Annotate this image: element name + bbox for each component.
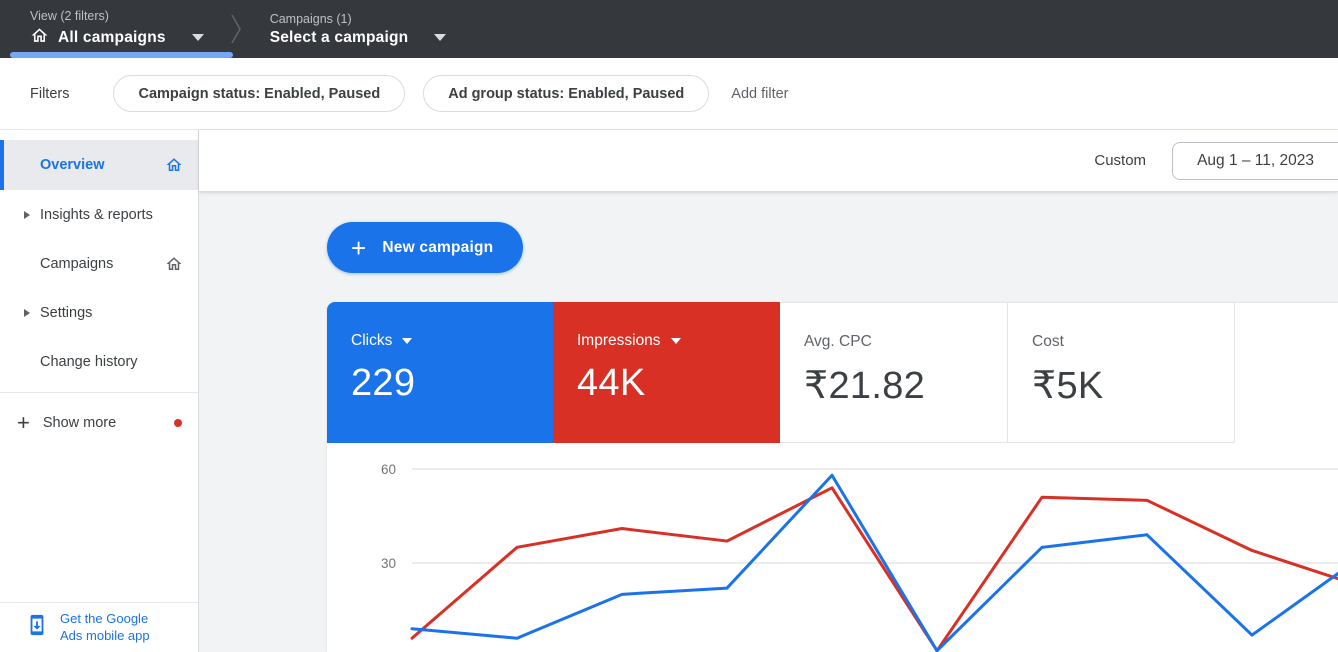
chevron-down-icon — [192, 34, 204, 41]
nav-scroll-indicator[interactable] — [10, 52, 233, 58]
sidebar-item-label: Settings — [40, 305, 92, 321]
metric-card-clicks[interactable]: Clicks 229 — [327, 302, 553, 443]
sidebar-item-label: Overview — [40, 157, 105, 173]
overview-chart: 03060 — [327, 443, 1338, 652]
chevron-down-icon — [402, 338, 412, 344]
sidebar-item-label: Campaigns — [40, 256, 113, 272]
view-selector-label: View (2 filters) — [30, 9, 204, 23]
campaign-selector-value: Select a campaign — [270, 29, 409, 47]
mobile-phone-download-icon — [26, 614, 48, 641]
promo-line2: Ads mobile app — [60, 628, 150, 643]
breadcrumb-separator-icon — [230, 12, 242, 46]
home-icon — [165, 156, 183, 174]
expand-arrow-icon — [24, 211, 30, 219]
metric-scorecards: Clicks 229 Impressions 44K Avg. CPC ₹21.… — [327, 302, 1338, 443]
sidebar-item-campaigns[interactable]: Campaigns — [0, 239, 198, 288]
overview-chart-svg: 03060 — [327, 443, 1338, 652]
date-range-value: Aug 1 – 11, 2023 — [1197, 152, 1314, 170]
metric-value: 229 — [351, 362, 553, 405]
metric-label: Clicks — [351, 332, 392, 350]
plus-icon: + — [17, 412, 30, 434]
metric-card-impressions[interactable]: Impressions 44K — [553, 302, 780, 443]
expand-arrow-icon — [24, 309, 30, 317]
filter-chip-text: Ad group status: Enabled, Paused — [448, 86, 684, 102]
sidebar-item-change-history[interactable]: Change history — [0, 337, 198, 386]
add-filter-button[interactable]: Add filter — [731, 86, 788, 102]
notification-dot — [174, 419, 182, 427]
metric-value: 44K — [577, 362, 780, 405]
sidebar-item-overview[interactable]: Overview — [0, 140, 198, 190]
filters-label: Filters — [30, 86, 69, 102]
sidebar: Overview Insights & reports Campaigns Se… — [0, 130, 199, 652]
chevron-down-icon — [671, 338, 681, 344]
date-range-type[interactable]: Custom — [1094, 152, 1146, 169]
home-icon — [165, 255, 183, 273]
sidebar-item-label: Insights & reports — [40, 207, 153, 223]
campaign-selector-label: Campaigns (1) — [270, 12, 447, 26]
filters-bar: Filters Campaign status: Enabled, Paused… — [0, 58, 1338, 130]
date-range-picker[interactable]: Aug 1 – 11, 2023 — [1172, 142, 1338, 180]
new-campaign-button[interactable]: + New campaign — [327, 222, 523, 273]
sidebar-item-insights-reports[interactable]: Insights & reports — [0, 190, 198, 239]
metric-label: Cost — [1032, 333, 1064, 351]
sidebar-item-settings[interactable]: Settings — [0, 288, 198, 337]
metric-value: ₹21.82 — [804, 363, 1007, 408]
campaign-selector[interactable]: Campaigns (1) Select a campaign — [270, 12, 447, 47]
date-range-header: Custom Aug 1 – 11, 2023 — [199, 130, 1338, 192]
metric-card-empty — [1235, 302, 1338, 443]
sidebar-item-label: Change history — [40, 354, 138, 370]
filter-chip-adgroup-status[interactable]: Ad group status: Enabled, Paused — [423, 75, 709, 112]
overview-canvas: + New campaign Clicks 229 Impressions 44… — [199, 192, 1338, 652]
show-more-button[interactable]: + Show more — [0, 398, 198, 447]
metric-label: Impressions — [577, 332, 661, 350]
mobile-app-promo-link[interactable]: Get the Google Ads mobile app — [0, 602, 198, 652]
metric-label: Avg. CPC — [804, 333, 872, 351]
y-tick-label: 30 — [381, 556, 396, 571]
overview-card: Clicks 229 Impressions 44K Avg. CPC ₹21.… — [327, 302, 1338, 652]
filter-chip-campaign-status[interactable]: Campaign status: Enabled, Paused — [113, 75, 405, 112]
show-more-label: Show more — [43, 415, 116, 431]
main-content: Custom Aug 1 – 11, 2023 + New campaign C… — [199, 130, 1338, 652]
filter-chip-text: Campaign status: Enabled, Paused — [138, 86, 380, 102]
home-icon — [30, 26, 49, 50]
metric-card-cost[interactable]: Cost ₹5K — [1008, 302, 1235, 443]
metric-value: ₹5K — [1032, 363, 1234, 408]
metric-card-avg-cpc[interactable]: Avg. CPC ₹21.82 — [780, 302, 1008, 443]
new-campaign-label: New campaign — [382, 239, 493, 257]
y-tick-label: 60 — [381, 462, 396, 477]
series-line-impressions — [412, 488, 1338, 651]
view-selector[interactable]: View (2 filters) All campaigns — [30, 9, 204, 50]
promo-line1: Get the Google — [60, 611, 148, 626]
top-navigation-bar: View (2 filters) All campaigns Campaigns… — [0, 0, 1338, 58]
view-selector-value: All campaigns — [58, 29, 166, 47]
chevron-down-icon — [434, 34, 446, 41]
sidebar-divider — [0, 392, 198, 393]
